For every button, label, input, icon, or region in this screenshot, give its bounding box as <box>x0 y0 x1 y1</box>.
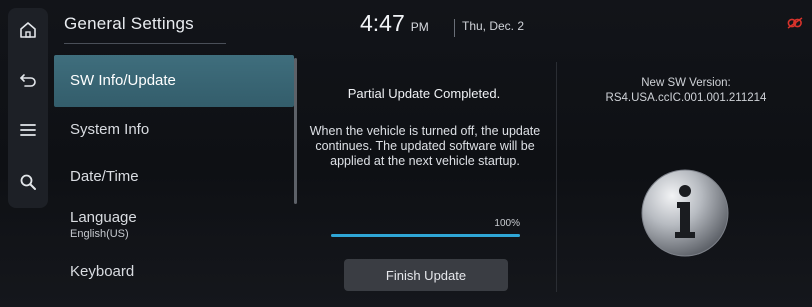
finish-update-button[interactable]: Finish Update <box>344 259 508 291</box>
menu-item-sublabel: English(US) <box>70 228 129 240</box>
connectivity-off-icon <box>787 17 803 29</box>
update-description: When the vehicle is turned off, the upda… <box>309 124 541 168</box>
sw-version-value: RS4.USA.ccIC.001.001.211214 <box>605 92 767 104</box>
menu-scrollbar[interactable] <box>294 58 297 204</box>
home-button[interactable] <box>8 10 48 50</box>
clock-time: 4:47 <box>360 10 405 36</box>
side-rail <box>8 8 48 208</box>
progress-bar <box>331 234 520 237</box>
search-icon <box>20 174 36 190</box>
clock-ampm: PM <box>410 20 429 34</box>
home-icon <box>20 22 36 38</box>
menu-item-date-time[interactable]: Date/Time <box>54 155 294 203</box>
progress-bar-fill <box>331 234 520 237</box>
page-title: General Settings <box>64 14 194 33</box>
info-icon <box>641 169 729 257</box>
panel-divider <box>556 62 557 292</box>
sw-version-label: New SW Version: <box>641 77 731 89</box>
screen: General Settings 4:47 PM Thu, Dec. 2 SW … <box>0 0 812 307</box>
menu-item-keyboard[interactable]: Keyboard <box>54 251 294 299</box>
progress-percent: 100% <box>494 218 520 229</box>
back-icon <box>20 74 36 87</box>
search-button[interactable] <box>8 162 48 202</box>
menu-item-label: Language <box>70 209 137 226</box>
menu-item-label: Date/Time <box>70 168 139 185</box>
menu-item-label: SW Info/Update <box>70 72 176 89</box>
back-button[interactable] <box>8 60 48 100</box>
title-underline <box>64 43 226 44</box>
menu-item-label: Keyboard <box>70 263 135 280</box>
menu-item-sw-info-update[interactable]: SW Info/Update <box>54 55 294 107</box>
clock: 4:47 PM <box>360 10 429 37</box>
menu-icon <box>20 124 36 136</box>
update-status-title: Partial Update Completed. <box>347 86 501 101</box>
menu-item-label: System Info <box>70 121 150 138</box>
menu-item-language[interactable]: Language English(US) <box>54 203 294 251</box>
menu-item-system-info[interactable]: System Info <box>54 107 294 155</box>
menu-button[interactable] <box>8 110 48 150</box>
clock-date: Thu, Dec. 2 <box>462 19 525 33</box>
clock-separator <box>454 19 455 37</box>
